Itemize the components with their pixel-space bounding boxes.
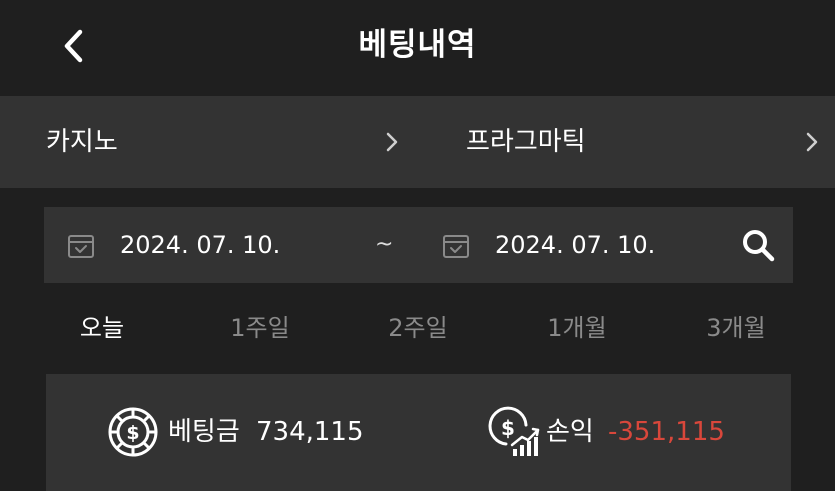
game-type-label: 카지노: [46, 127, 118, 157]
date-separator: ~: [375, 232, 394, 257]
tab-3-months[interactable]: 3개월: [656, 300, 816, 356]
calendar-icon: [443, 235, 469, 258]
date-range-filter: 2024. 07. 10. ~ 2024. 07. 10.: [44, 207, 793, 283]
betting-summary: $ 베팅금 734,115 $ 손익 -351,115: [46, 374, 791, 491]
search-icon: [743, 230, 775, 262]
profit-value: -351,115: [608, 417, 725, 447]
provider-select[interactable]: 프라그마틱: [418, 96, 835, 188]
tab-2-weeks[interactable]: 2주일: [338, 300, 498, 356]
chevron-right-icon: [386, 132, 398, 152]
page-title: 베팅내역: [358, 27, 477, 63]
category-bar: 카지노 프라그마틱: [0, 96, 835, 188]
tab-1-month[interactable]: 1개월: [497, 300, 657, 356]
svg-text:$: $: [501, 416, 515, 440]
end-date-value: 2024. 07. 10.: [495, 231, 656, 259]
profit-chart-icon: $: [488, 406, 540, 456]
search-button[interactable]: [740, 227, 776, 263]
profit-label: 손익: [546, 417, 594, 447]
header-bar: 베팅내역: [0, 0, 835, 96]
tab-1-week[interactable]: 1주일: [180, 300, 340, 356]
tab-today[interactable]: 오늘: [22, 300, 182, 356]
provider-label: 프라그마틱: [466, 127, 586, 157]
game-type-select[interactable]: 카지노: [0, 96, 418, 188]
bet-amount-label: 베팅금: [168, 417, 240, 447]
start-date-value: 2024. 07. 10.: [120, 231, 281, 259]
period-tabs: 오늘 1주일 2주일 1개월 3개월: [22, 300, 812, 356]
end-date-field[interactable]: 2024. 07. 10.: [441, 207, 731, 283]
calendar-icon: [68, 235, 94, 258]
chevron-right-icon: [806, 132, 818, 152]
start-date-field[interactable]: 2024. 07. 10.: [66, 207, 356, 283]
bet-amount-value: 734,115: [256, 417, 364, 447]
svg-text:$: $: [126, 422, 139, 444]
casino-chip-icon: $: [108, 407, 158, 457]
